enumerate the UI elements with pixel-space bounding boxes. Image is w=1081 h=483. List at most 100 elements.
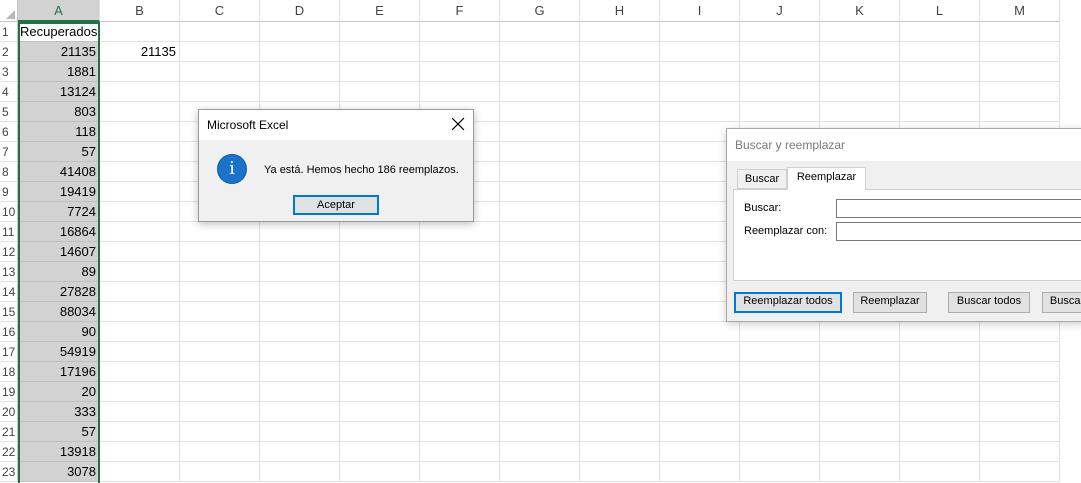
cell-c19[interactable]	[180, 382, 260, 402]
cell-l5[interactable]	[900, 102, 980, 122]
cell-h20[interactable]	[580, 402, 660, 422]
cell-l4[interactable]	[900, 82, 980, 102]
find-input[interactable]	[836, 199, 1081, 218]
cell-b4[interactable]	[100, 82, 180, 102]
tab-find[interactable]: Buscar	[737, 169, 787, 189]
cell-a4[interactable]: 13124	[18, 82, 100, 102]
cell-b23[interactable]	[100, 462, 180, 482]
cell-a2[interactable]: 21135	[18, 42, 100, 62]
cell-b8[interactable]	[100, 162, 180, 182]
cell-b14[interactable]	[100, 282, 180, 302]
cell-a12[interactable]: 14607	[18, 242, 100, 262]
cell-g13[interactable]	[500, 262, 580, 282]
cell-h12[interactable]	[580, 242, 660, 262]
cell-d13[interactable]	[260, 262, 340, 282]
cell-m21[interactable]	[980, 422, 1060, 442]
cell-h23[interactable]	[580, 462, 660, 482]
cell-c20[interactable]	[180, 402, 260, 422]
cell-l22[interactable]	[900, 442, 980, 462]
cell-b1[interactable]	[100, 22, 180, 42]
cell-h5[interactable]	[580, 102, 660, 122]
row-header-21[interactable]: 21	[0, 422, 18, 442]
cell-m2[interactable]	[980, 42, 1060, 62]
cell-b3[interactable]	[100, 62, 180, 82]
find-all-button[interactable]: Buscar todos	[948, 292, 1030, 313]
cell-a10[interactable]: 7724	[18, 202, 100, 222]
cell-l23[interactable]	[900, 462, 980, 482]
cell-f22[interactable]	[420, 442, 500, 462]
column-header-f[interactable]: F	[420, 0, 500, 22]
cell-j4[interactable]	[740, 82, 820, 102]
cell-j19[interactable]	[740, 382, 820, 402]
cell-g17[interactable]	[500, 342, 580, 362]
cell-g7[interactable]	[500, 142, 580, 162]
column-header-h[interactable]: H	[580, 0, 660, 22]
cell-b2[interactable]: 21135	[100, 42, 180, 62]
row-header-2[interactable]: 2	[0, 42, 18, 62]
column-header-d[interactable]: D	[260, 0, 340, 22]
cell-i21[interactable]	[660, 422, 740, 442]
cell-c21[interactable]	[180, 422, 260, 442]
cell-h9[interactable]	[580, 182, 660, 202]
cell-h18[interactable]	[580, 362, 660, 382]
cell-h7[interactable]	[580, 142, 660, 162]
cell-g9[interactable]	[500, 182, 580, 202]
cell-l19[interactable]	[900, 382, 980, 402]
cell-d3[interactable]	[260, 62, 340, 82]
cell-e17[interactable]	[340, 342, 420, 362]
cell-c4[interactable]	[180, 82, 260, 102]
cell-a13[interactable]: 89	[18, 262, 100, 282]
cell-f14[interactable]	[420, 282, 500, 302]
cell-h19[interactable]	[580, 382, 660, 402]
cell-b19[interactable]	[100, 382, 180, 402]
cell-f1[interactable]	[420, 22, 500, 42]
column-header-g[interactable]: G	[500, 0, 580, 22]
cell-m19[interactable]	[980, 382, 1060, 402]
cell-h3[interactable]	[580, 62, 660, 82]
cell-h10[interactable]	[580, 202, 660, 222]
cell-c2[interactable]	[180, 42, 260, 62]
row-header-12[interactable]: 12	[0, 242, 18, 262]
cell-m16[interactable]	[980, 322, 1060, 342]
cell-b17[interactable]	[100, 342, 180, 362]
cell-i19[interactable]	[660, 382, 740, 402]
cell-a19[interactable]: 20	[18, 382, 100, 402]
row-header-1[interactable]: 1	[0, 22, 18, 42]
cell-h16[interactable]	[580, 322, 660, 342]
column-header-c[interactable]: C	[180, 0, 260, 22]
cell-f18[interactable]	[420, 362, 500, 382]
ok-button[interactable]: Aceptar	[293, 195, 379, 215]
cell-i22[interactable]	[660, 442, 740, 462]
cell-f2[interactable]	[420, 42, 500, 62]
column-header-i[interactable]: I	[660, 0, 740, 22]
cell-m22[interactable]	[980, 442, 1060, 462]
cell-i20[interactable]	[660, 402, 740, 422]
cell-a5[interactable]: 803	[18, 102, 100, 122]
column-header-m[interactable]: M	[980, 0, 1060, 22]
cell-c3[interactable]	[180, 62, 260, 82]
cell-b20[interactable]	[100, 402, 180, 422]
cell-e18[interactable]	[340, 362, 420, 382]
cell-j22[interactable]	[740, 442, 820, 462]
cell-l17[interactable]	[900, 342, 980, 362]
cell-e3[interactable]	[340, 62, 420, 82]
cell-a9[interactable]: 19419	[18, 182, 100, 202]
cell-b16[interactable]	[100, 322, 180, 342]
cell-d1[interactable]	[260, 22, 340, 42]
row-header-13[interactable]: 13	[0, 262, 18, 282]
cell-e23[interactable]	[340, 462, 420, 482]
cell-j18[interactable]	[740, 362, 820, 382]
cell-f4[interactable]	[420, 82, 500, 102]
cell-i4[interactable]	[660, 82, 740, 102]
cell-h8[interactable]	[580, 162, 660, 182]
cell-c1[interactable]	[180, 22, 260, 42]
cell-g18[interactable]	[500, 362, 580, 382]
cell-d18[interactable]	[260, 362, 340, 382]
cell-g19[interactable]	[500, 382, 580, 402]
row-header-14[interactable]: 14	[0, 282, 18, 302]
cell-h2[interactable]	[580, 42, 660, 62]
cell-b7[interactable]	[100, 142, 180, 162]
cell-c17[interactable]	[180, 342, 260, 362]
cell-f19[interactable]	[420, 382, 500, 402]
cell-b5[interactable]	[100, 102, 180, 122]
